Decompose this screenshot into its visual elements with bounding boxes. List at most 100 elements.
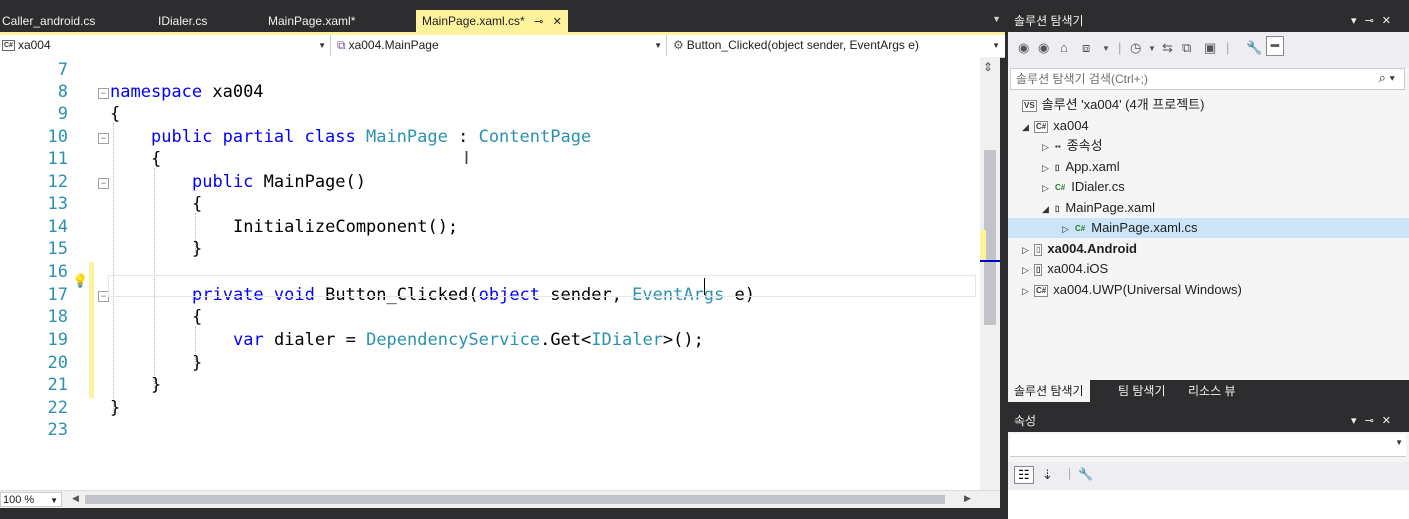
home-icon[interactable]: ⌂ — [1060, 40, 1068, 55]
collapse-all-icon[interactable]: ⧉ — [1182, 40, 1191, 56]
chevron-down-icon: ▼ — [992, 41, 1000, 50]
forward-icon[interactable]: ◉ — [1038, 40, 1049, 56]
fold-collapse-icon[interactable]: − — [98, 133, 109, 144]
code-line-18: { — [192, 306, 202, 328]
code-text: : — [447, 127, 469, 147]
categorized-icon[interactable]: ☷ — [1014, 466, 1034, 484]
dropdown-icon[interactable]: ▾ — [1351, 415, 1365, 427]
project-name: xa004 — [17, 38, 51, 52]
code-text: } — [192, 353, 203, 373]
pending-changes-icon[interactable]: ◷ — [1130, 40, 1141, 56]
tab-team-explorer[interactable]: 팀 탐색기 — [1112, 380, 1172, 402]
fold-collapse-icon[interactable]: − — [98, 88, 109, 99]
indent-guide — [113, 123, 114, 413]
expand-arrow-icon[interactable]: ▷ — [1042, 158, 1054, 178]
code-editor[interactable]: 7 8 9 10 11 12 13 14 15 16 17 18 19 20 2… — [0, 57, 980, 490]
tree-node-dependencies[interactable]: ▷ ▪▪ 종속성 — [1042, 136, 1103, 156]
zoom-dropdown[interactable]: 100 % ▼ — [0, 492, 62, 507]
tree-node-mainpage-xaml-cs[interactable]: ▷ C# MainPage.xaml.cs — [1008, 218, 1409, 238]
tree-node-solution[interactable]: VS 솔루션 'xa004' (4개 프로젝트) — [1022, 95, 1204, 115]
tree-node-label: App.xaml — [1065, 159, 1120, 174]
tree-node-xa004-ios[interactable]: ▷ ▯ xa004.iOS — [1022, 259, 1108, 279]
expand-arrow-icon[interactable]: ◢ — [1022, 117, 1034, 137]
properties-panel: 속성 ▾⊸✕ ▼ ☷ ⇣ | 🔧 — [1008, 410, 1409, 519]
split-editor-icon[interactable]: ⇕ — [983, 60, 993, 74]
panel-title: 속성 — [1014, 414, 1037, 428]
show-all-files-icon[interactable]: ▣ — [1204, 40, 1216, 56]
switch-views-icon[interactable]: ⧈ — [1082, 40, 1090, 56]
expand-arrow-icon[interactable]: ▷ — [1042, 137, 1054, 157]
tab-caller-android[interactable]: Caller_android.cs — [2, 10, 95, 32]
toolbar-separator: | — [1118, 40, 1122, 55]
properties-grid[interactable] — [1008, 490, 1409, 519]
member-dropdown[interactable]: ⚙ Button_Clicked(object sender, EventArgs… — [670, 35, 1004, 56]
chevron-down-icon[interactable]: ▼ — [1395, 438, 1403, 447]
keyword: class — [294, 127, 356, 147]
solution-icon: VS — [1022, 99, 1037, 112]
tab-resource-view[interactable]: 리소스 뷰 — [1182, 380, 1242, 402]
close-icon[interactable]: ✕ — [1382, 415, 1399, 427]
solution-search-input[interactable]: 솔루션 탐색기 검색(Ctrl+;) — [1010, 68, 1405, 90]
type-name: ContentPage — [468, 127, 592, 147]
dropdown-icon[interactable]: ▾ — [1351, 15, 1365, 27]
line-number: 18 — [47, 307, 68, 327]
pin-icon[interactable]: ⊸ — [1365, 415, 1382, 427]
line-number: 16 — [47, 262, 68, 282]
alphabetical-icon[interactable]: ⇣ — [1042, 467, 1053, 483]
zoom-value: 100 % — [3, 494, 35, 506]
tree-node-mainpage-xaml[interactable]: ◢ ▯ MainPage.xaml — [1042, 198, 1155, 218]
tree-node-app-xaml[interactable]: ▷ ▯ App.xaml — [1042, 157, 1120, 177]
chevron-down-icon: ▼ — [50, 496, 58, 505]
expand-arrow-icon[interactable]: ▷ — [1022, 260, 1034, 280]
scroll-left-icon[interactable]: ◀ — [72, 493, 79, 504]
lightbulb-icon[interactable]: 💡 — [72, 273, 88, 289]
class-dropdown[interactable]: ⧉ xa004.MainPage ▼ — [334, 35, 667, 56]
project-dropdown[interactable]: C# xa004 ▼ — [0, 35, 331, 56]
ibeam-cursor-icon: I — [464, 148, 470, 168]
property-pages-wrench-icon[interactable]: 🔧 — [1078, 467, 1093, 481]
solution-explorer-toolbar: ◉ ◉ ⌂ ⧈ ▼ | ◷ ▼ ⇆ ⧉ ▣ | 🔧 ━ — [1008, 32, 1409, 68]
tab-idialer[interactable]: IDialer.cs — [158, 10, 207, 32]
expand-arrow-icon[interactable]: ▷ — [1022, 240, 1034, 260]
tree-node-xa004-android[interactable]: ▷ ▯ xa004.Android — [1022, 239, 1137, 259]
tab-mainpage-xaml[interactable]: MainPage.xaml* — [268, 10, 355, 32]
expand-arrow-icon[interactable]: ▷ — [1022, 281, 1034, 301]
tree-node-label: xa004 — [1053, 118, 1089, 133]
tree-node-idialer[interactable]: ▷ C# IDialer.cs — [1042, 177, 1125, 197]
chevron-down-icon[interactable]: ▼ — [1148, 44, 1156, 53]
line-number: 11 — [47, 149, 68, 169]
tab-overflow-dropdown-icon[interactable]: ▼ — [992, 14, 1001, 24]
back-icon[interactable]: ◉ — [1018, 40, 1029, 56]
csharp-file-icon: C# — [1075, 223, 1086, 233]
code-text: { — [192, 194, 203, 214]
tree-node-xa004-uwp[interactable]: ▷ C# xa004.UWP(Universal Windows) — [1022, 280, 1242, 300]
dependencies-icon: ▪▪ — [1055, 141, 1061, 151]
keyword: partial — [212, 127, 295, 147]
preview-icon[interactable]: ━ — [1266, 36, 1284, 56]
tree-node-label: 솔루션 'xa004' (4개 프로젝트) — [1041, 97, 1205, 112]
horizontal-scroll-thumb[interactable] — [85, 495, 945, 504]
xaml-file-icon: ▯ — [1055, 203, 1060, 213]
search-icon[interactable]: ⌕ ▾ — [1379, 70, 1395, 86]
expand-arrow-icon[interactable]: ▷ — [1062, 219, 1074, 239]
sync-icon[interactable]: ⇆ — [1162, 40, 1173, 56]
close-icon[interactable]: ✕ — [1382, 15, 1399, 27]
code-text: } — [151, 375, 162, 395]
fold-collapse-icon[interactable]: − — [98, 178, 109, 189]
navigation-bar: C# xa004 ▼ ⧉ xa004.MainPage ▼ ⚙ Button_Clic… — [0, 35, 1005, 58]
expand-arrow-icon[interactable]: ▷ — [1042, 178, 1054, 198]
pin-icon[interactable]: ⊸ — [534, 11, 543, 33]
expand-arrow-icon[interactable]: ◢ — [1042, 199, 1054, 219]
tree-node-xa004[interactable]: ◢ C# xa004 — [1022, 116, 1089, 136]
pin-icon[interactable]: ⊸ — [1365, 15, 1382, 27]
properties-object-dropdown[interactable] — [1010, 434, 1406, 457]
tab-solution-explorer[interactable]: 솔루션 탐색기 — [1008, 380, 1090, 402]
chevron-down-icon[interactable]: ▼ — [1102, 44, 1110, 53]
tab-mainpage-xaml-cs[interactable]: MainPage.xaml.cs* ⊸ ✕ — [416, 10, 568, 32]
code-text: xa004 — [202, 82, 264, 102]
properties-wrench-icon[interactable]: 🔧 — [1246, 40, 1262, 56]
close-icon[interactable]: ✕ — [553, 11, 562, 33]
scroll-right-icon[interactable]: ▶ — [964, 493, 971, 504]
keyword: public — [192, 172, 254, 192]
code-text: >(); — [662, 330, 704, 350]
